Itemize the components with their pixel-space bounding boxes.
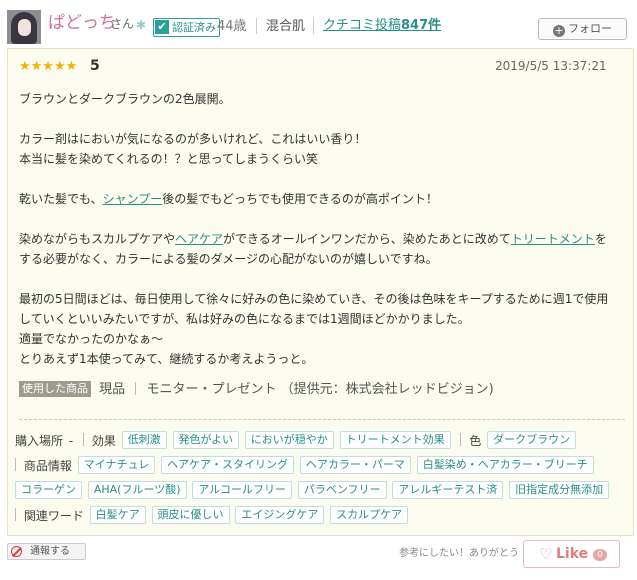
tag-product-info[interactable]: ヘアカラー・パーマ (299, 456, 411, 474)
review-paragraph: カラー剤はにおいが気になるのが多いけれど、これはいい香り！ (19, 132, 367, 146)
divider (15, 458, 16, 471)
review-body-box: ★★★★★ 5 2019/5/5 13:37:21 ブラウンとダークブラウンの2… (7, 48, 634, 536)
like-count: 0 (593, 549, 607, 561)
color-label: 色 (469, 434, 482, 448)
divider (15, 508, 16, 521)
user-age: 44歳 (217, 19, 247, 34)
tag-effect[interactable]: トリートメント効果 (339, 431, 451, 449)
tag-keyword[interactable]: スカルプケア (330, 506, 409, 524)
keyword-link-shampoo[interactable]: シャンプー (103, 192, 163, 206)
divider (83, 433, 85, 446)
tag-effect[interactable]: 低刺激 (121, 431, 167, 449)
follow-label: フォロー (568, 22, 612, 35)
text: 乾いた髪でも、 (19, 192, 103, 206)
text: 後の髪でもどっちでも使用できるのが高ポイント！ (162, 192, 438, 206)
user-skin-type: 混合肌 (266, 19, 306, 34)
tag-color[interactable]: ダークブラウン (487, 431, 577, 449)
verified-badge: ✔ 認証済み (153, 18, 220, 37)
posts-label: クチコミ投稿 (323, 18, 402, 33)
review-paragraph: とりあえず1本使ってみて、継続するか考えようっと。 (19, 352, 314, 366)
review-header: ぱどっち さん ✱ ✔ 認証済み 44歳 混合肌 クチコミ投稿847件 + フォロー (0, 0, 637, 48)
divider (135, 382, 137, 395)
review-text: ブラウンとダークブラウンの2色展開。 カラー剤はにおいが気になるのが多いけれど、… (19, 89, 617, 369)
like-button[interactable]: ♡ Like 0 (523, 540, 620, 568)
prohibit-icon (11, 546, 22, 557)
product-source: モニター・プレゼント （提供元：株式会社レッドビジョン) (146, 382, 494, 397)
like-label: Like (556, 546, 589, 562)
tag-area: 購入場所 - 効果 低刺激 発色がよい においが穏やか トリートメント効果 色 … (15, 431, 627, 531)
verified-label: 認証済み (172, 21, 216, 34)
review-date: 2019/5/5 13:37:21 (495, 59, 607, 73)
verify-gear-icon: ✱ (136, 18, 147, 32)
dashed-divider (19, 419, 625, 420)
product-type: 現品 (99, 382, 126, 397)
divider (256, 18, 257, 34)
tag-product-info[interactable]: アルコールフリー (192, 481, 293, 499)
tag-product-info[interactable]: パラベンフリー (297, 481, 387, 499)
text: 染めながらもスカルプケアや (19, 232, 176, 246)
username-honorific: さん (110, 17, 135, 31)
report-button[interactable]: 通報する (7, 543, 86, 560)
tag-row: コラーゲン AHA(フルーツ酸) アルコールフリー パラベンフリー アレルギーテ… (15, 481, 627, 506)
keyword-link-treatment[interactable]: トリートメント (511, 232, 595, 246)
tag-effect[interactable]: においが穏やか (244, 431, 334, 449)
review-paragraph: 最初の5日間ほどは、毎日使用して徐々に好みの色に染めていき、その後は色味をキープ… (19, 292, 609, 326)
tag-product-info[interactable]: AHA(フルーツ酸) (87, 481, 187, 499)
keyword-label: 関連ワード (23, 509, 84, 523)
keyword-link-haircare[interactable]: ヘアケア (175, 232, 223, 246)
avatar[interactable] (7, 10, 41, 44)
tag-row: 購入場所 - 効果 低刺激 発色がよい においが穏やか トリートメント効果 色 … (15, 431, 627, 456)
review-paragraph: 染めながらもスカルプケアやヘアケアができるオールインワンだから、染めたあとに改め… (19, 229, 617, 269)
tag-product-info[interactable]: ヘアケア・スタイリング (161, 456, 295, 474)
effect-label: 効果 (91, 434, 116, 448)
star-rating-icon: ★★★★★ (19, 59, 78, 74)
tag-product-info[interactable]: マイナチュレ (77, 456, 156, 474)
follow-button[interactable]: + フォロー (538, 18, 627, 40)
tag-keyword[interactable]: エイジングケア (235, 506, 325, 524)
review-paragraph: 乾いた髪でも、シャンプー後の髪でもどっちでも使用できるのが高ポイント！ (19, 189, 617, 209)
divider (313, 18, 314, 34)
plus-icon: + (553, 24, 565, 37)
tag-keyword[interactable]: 白髪ケア (89, 506, 146, 524)
tag-product-info[interactable]: アレルギーテスト済 (392, 481, 504, 499)
rating-score: 5 (90, 58, 100, 74)
tag-row: 商品情報 マイナチュレ ヘアケア・スタイリング ヘアカラー・パーマ 白髪染め・ヘ… (15, 456, 627, 481)
product-used-row: 使用した商品 現品 モニター・プレゼント （提供元：株式会社レッドビジョン) (19, 381, 494, 399)
review-posts-link[interactable]: クチコミ投稿847件 (323, 17, 441, 35)
tag-keyword[interactable]: 頭皮に優しい (151, 506, 230, 524)
tag-product-info[interactable]: 白髪染め・ヘアカラー・ブリーチ (416, 456, 594, 474)
tag-row: 関連ワード 白髪ケア 頭皮に優しい エイジングケア スカルプケア (15, 506, 627, 531)
product-info-label: 商品情報 (23, 459, 72, 473)
tag-effect[interactable]: 発色がよい (172, 431, 239, 449)
username-link[interactable]: ぱどっち (48, 13, 116, 33)
avatar-face (18, 19, 31, 36)
divider (460, 433, 462, 446)
product-used-label: 使用した商品 (19, 381, 91, 397)
posts-count: 847件 (401, 18, 442, 33)
check-icon: ✔ (155, 20, 169, 34)
purchase-value: - (68, 434, 74, 448)
report-label: 通報する (30, 546, 70, 557)
review-paragraph: 適量でなかったのかなぁ～ (19, 332, 164, 346)
heart-icon: ♡ (539, 545, 553, 563)
review-card: ぱどっち さん ✱ ✔ 認証済み 44歳 混合肌 クチコミ投稿847件 + フォロー… (0, 0, 637, 580)
review-paragraph: ブラウンとダークブラウンの2色展開。 (19, 92, 231, 106)
purchase-label: 購入場所 (15, 434, 64, 448)
text: ができるオールインワンだから、染めたあとに改めて (223, 232, 511, 246)
helpful-text: 参考にしたい！ありがとう (399, 548, 519, 559)
tag-product-info[interactable]: コラーゲン (15, 481, 82, 499)
tag-product-info[interactable]: 旧指定成分無添加 (509, 481, 610, 499)
review-paragraph: 本当に髪を染めてくれるの！？と思ってしまうくらい笑 (19, 152, 319, 166)
